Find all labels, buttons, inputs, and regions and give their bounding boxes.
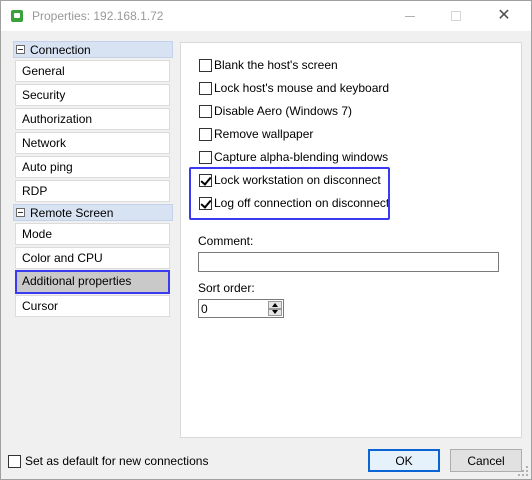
alpha-blending-checkbox[interactable]	[199, 150, 212, 164]
lock-workstation-option[interactable]: Lock workstation on disconnect	[199, 172, 381, 188]
cancel-button[interactable]: Cancel	[450, 449, 522, 472]
collapse-icon[interactable]	[16, 208, 25, 217]
sidebar-item-additional-properties[interactable]: Additional properties	[15, 270, 170, 294]
arrow-up-icon	[272, 302, 278, 307]
set-default-checkbox[interactable]	[8, 454, 21, 468]
sort-order-label: Sort order:	[198, 281, 255, 295]
log-off-option[interactable]: Log off connection on disconnect	[199, 195, 389, 211]
disable-aero-checkbox[interactable]	[199, 104, 212, 118]
sort-order-stepper	[198, 299, 284, 318]
maximize-button[interactable]	[433, 1, 479, 31]
blank-screen-option[interactable]: Blank the host's screen	[199, 57, 338, 73]
group-label: Remote Screen	[30, 205, 114, 220]
sidebar-item-general[interactable]: General	[15, 60, 170, 82]
close-button[interactable]: ✕	[481, 1, 527, 31]
sidebar-item-auto-ping[interactable]: Auto ping	[15, 156, 170, 178]
remove-wallpaper-checkbox[interactable]	[199, 127, 212, 141]
sidebar-item-mode[interactable]: Mode	[15, 223, 170, 245]
app-icon	[11, 10, 23, 22]
group-header-remote-screen[interactable]: Remote Screen	[13, 204, 173, 221]
arrow-down-icon	[272, 310, 278, 315]
decrement-button[interactable]	[268, 308, 282, 316]
resize-grip-icon[interactable]	[518, 466, 528, 476]
lock-input-checkbox[interactable]	[199, 81, 212, 95]
option-label: Blank the host's screen	[214, 58, 338, 72]
lock-workstation-checkbox[interactable]	[199, 173, 212, 187]
sort-order-input[interactable]	[201, 301, 265, 316]
alpha-blending-option[interactable]: Capture alpha-blending windows	[199, 149, 388, 165]
disable-aero-option[interactable]: Disable Aero (Windows 7)	[199, 103, 352, 119]
comment-label: Comment:	[198, 234, 254, 248]
ok-button[interactable]: OK	[368, 449, 440, 472]
lock-input-option[interactable]: Lock host's mouse and keyboard	[199, 80, 389, 96]
group-header-connection[interactable]: Connection	[13, 41, 173, 58]
option-label: Disable Aero (Windows 7)	[214, 104, 353, 118]
maximize-icon	[451, 11, 461, 21]
properties-window: Properties: 192.168.1.72 ✕ Connection Ge…	[0, 0, 532, 480]
sidebar-item-cursor[interactable]: Cursor	[15, 295, 170, 317]
sidebar-item-color-and-cpu[interactable]: Color and CPU	[15, 247, 170, 269]
set-default-option[interactable]: Set as default for new connections	[8, 454, 208, 468]
sidebar-item-network[interactable]: Network	[15, 132, 170, 154]
option-label: Remove wallpaper	[214, 127, 314, 141]
option-label: Lock workstation on disconnect	[214, 173, 381, 187]
spin-buttons	[268, 301, 282, 316]
option-label: Log off connection on disconnect	[214, 196, 390, 210]
remove-wallpaper-option[interactable]: Remove wallpaper	[199, 126, 313, 142]
sidebar-item-security[interactable]: Security	[15, 84, 170, 106]
minimize-button[interactable]	[387, 1, 433, 31]
sidebar-item-authorization[interactable]: Authorization	[15, 108, 170, 130]
comment-input[interactable]	[198, 252, 499, 272]
collapse-icon[interactable]	[16, 45, 25, 54]
minimize-icon	[405, 15, 415, 17]
set-default-label: Set as default for new connections	[25, 454, 209, 468]
blank-screen-checkbox[interactable]	[199, 58, 212, 72]
title-bar: Properties: 192.168.1.72 ✕	[1, 1, 531, 31]
log-off-checkbox[interactable]	[199, 196, 212, 210]
window-title: Properties: 192.168.1.72	[32, 9, 164, 23]
group-label: Connection	[30, 42, 91, 57]
close-icon: ✕	[497, 7, 511, 24]
sidebar-item-rdp[interactable]: RDP	[15, 180, 170, 202]
increment-button[interactable]	[268, 301, 282, 309]
option-label: Lock host's mouse and keyboard	[214, 81, 390, 95]
option-label: Capture alpha-blending windows	[214, 150, 389, 164]
